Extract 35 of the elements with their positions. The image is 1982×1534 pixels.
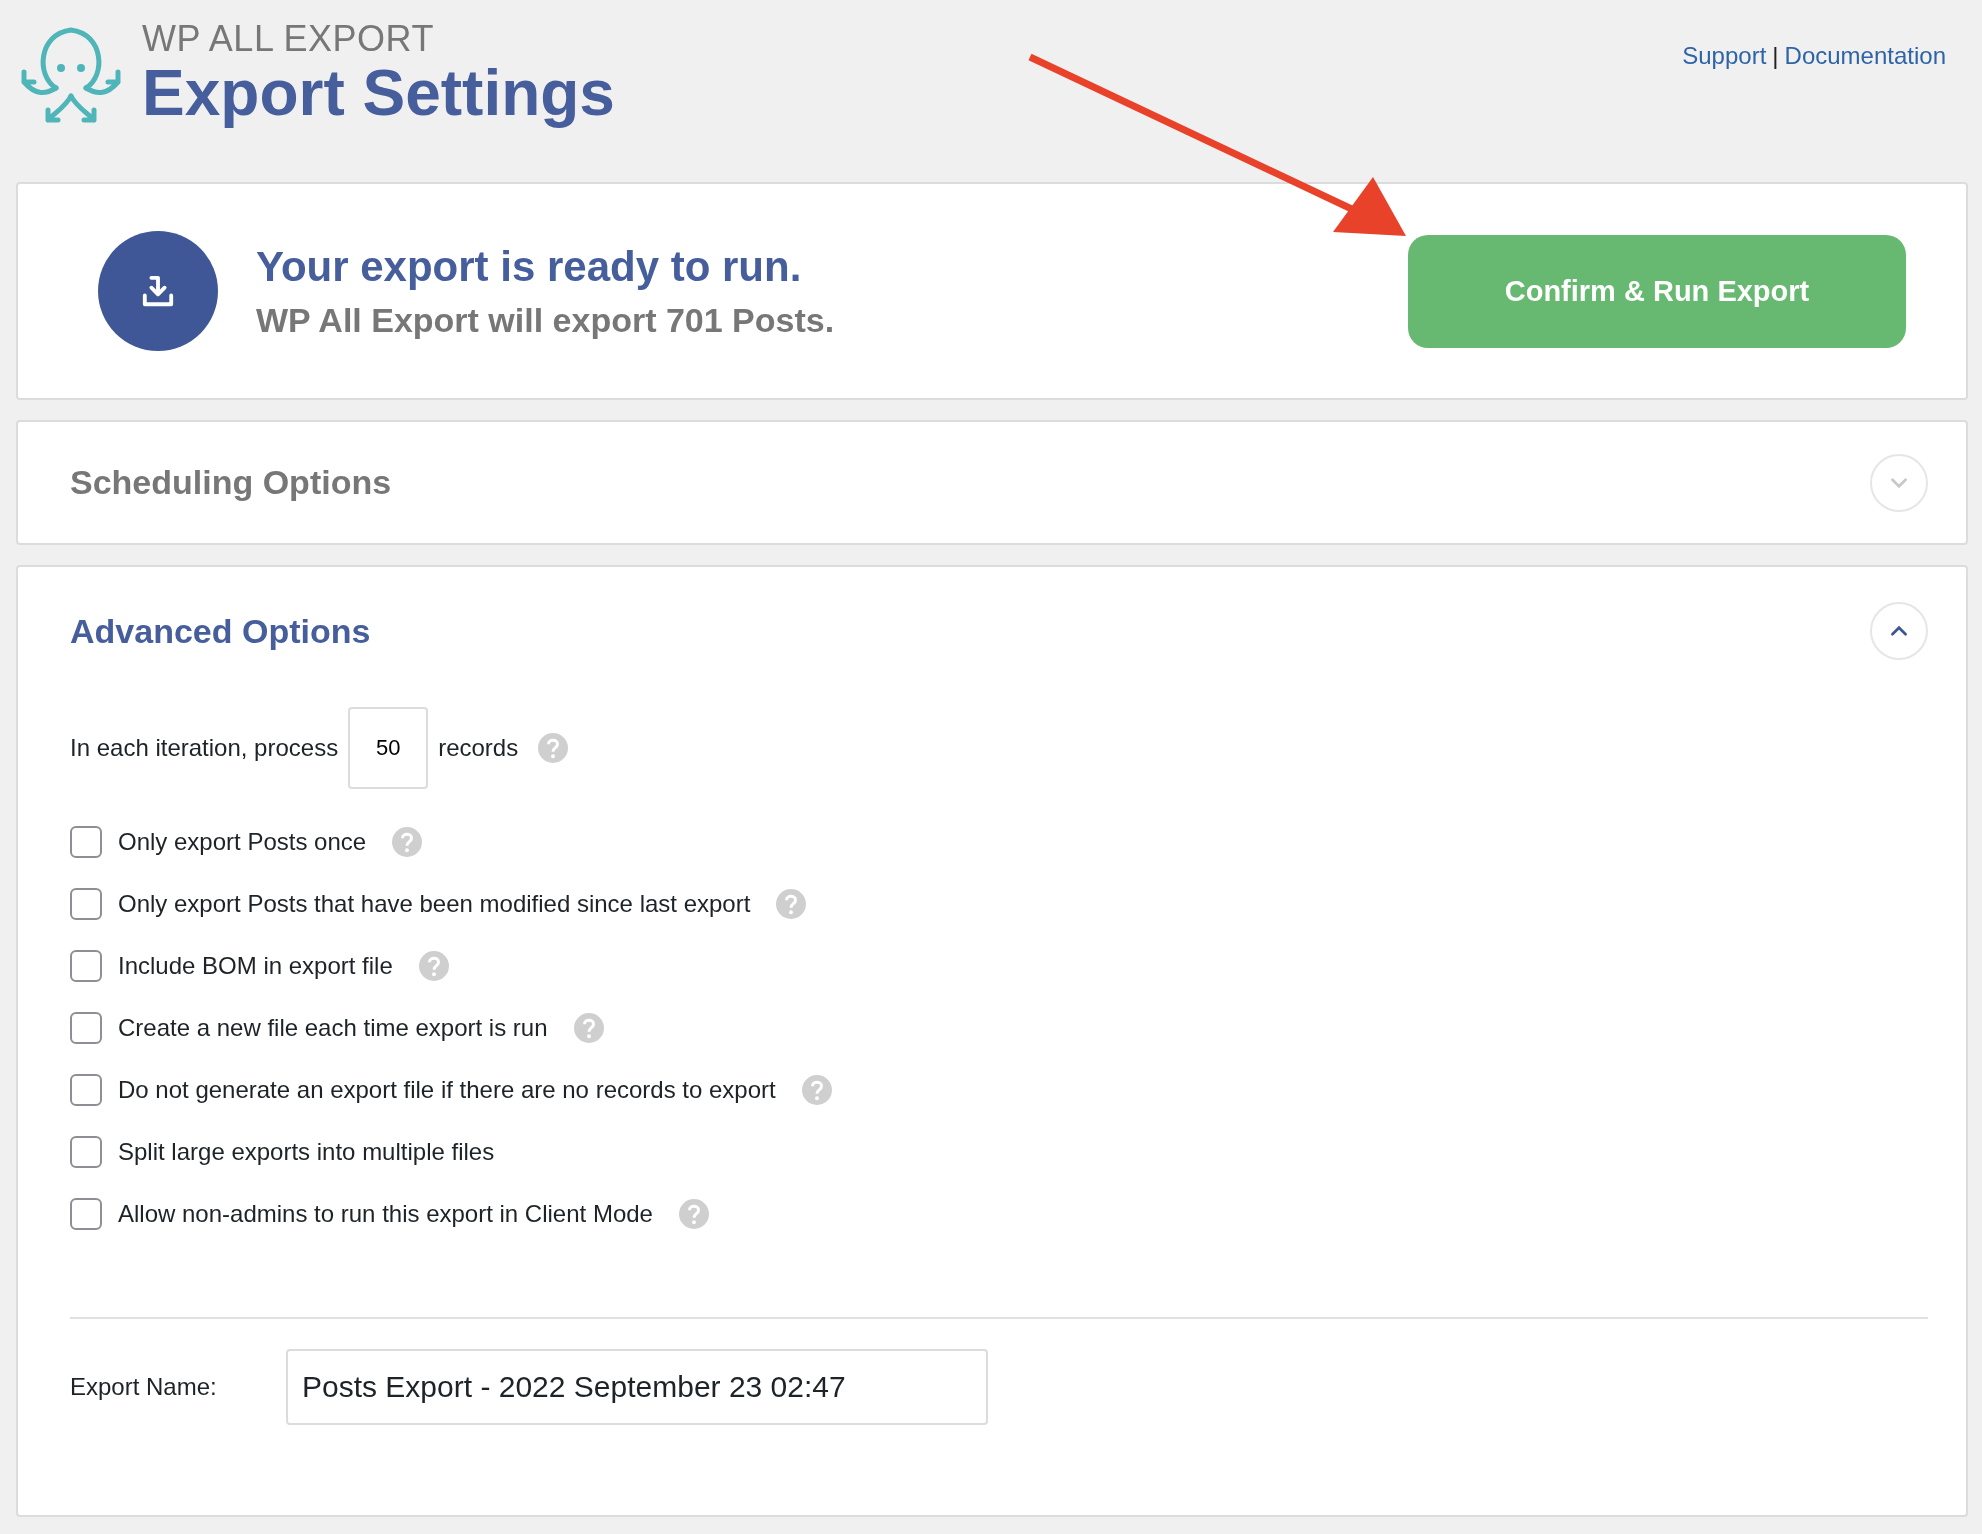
- checkbox[interactable]: [70, 1198, 102, 1230]
- records-label: records: [438, 734, 519, 762]
- option-label: Split large exports into multiple files: [118, 1138, 495, 1166]
- header-link[interactable]: Support: [1682, 42, 1767, 70]
- ready-subtitle: WP All Export will export 701 Posts.: [256, 300, 836, 340]
- help-icon[interactable]: [418, 951, 449, 981]
- option-label: Allow non-admins to run this export in Client Mode: [118, 1200, 653, 1228]
- link-separator: |: [1772, 42, 1779, 70]
- help-icon[interactable]: [801, 1075, 832, 1105]
- records-input[interactable]: 50: [348, 707, 429, 789]
- checkbox[interactable]: [70, 1136, 102, 1168]
- section-title: Advanced Options: [70, 611, 371, 651]
- option-label: Only export Posts that have been modified since last export: [118, 890, 751, 918]
- section-title: Scheduling Options: [70, 463, 392, 502]
- checkbox[interactable]: [70, 1074, 102, 1106]
- brand-name: WP ALL EXPORT: [142, 18, 435, 60]
- export-name-label: Export Name:: [70, 1373, 218, 1401]
- help-icon[interactable]: [776, 889, 807, 919]
- help-icon[interactable]: [573, 1013, 604, 1043]
- option-label: Include BOM in export file: [118, 952, 393, 980]
- checkbox[interactable]: [70, 826, 102, 858]
- ready-title: Your export is ready to run.: [256, 242, 803, 291]
- help-icon[interactable]: [678, 1199, 709, 1229]
- export-name-input[interactable]: Posts Export - 2022 September 23 02:47: [286, 1349, 988, 1425]
- checkbox[interactable]: [70, 950, 102, 982]
- option-label: Create a new file each time export is run: [118, 1014, 548, 1042]
- checkbox[interactable]: [70, 1012, 102, 1044]
- option-label: Do not generate an export file if there are no records to export: [118, 1076, 776, 1104]
- page-title: Export Settings: [142, 60, 615, 128]
- help-icon[interactable]: [538, 733, 569, 763]
- help-icon[interactable]: [392, 827, 423, 857]
- option-label: Only export Posts once: [118, 828, 367, 856]
- checkbox[interactable]: [70, 888, 102, 920]
- iteration-label: In each iteration, process: [70, 734, 339, 762]
- header-link[interactable]: Documentation: [1784, 42, 1946, 70]
